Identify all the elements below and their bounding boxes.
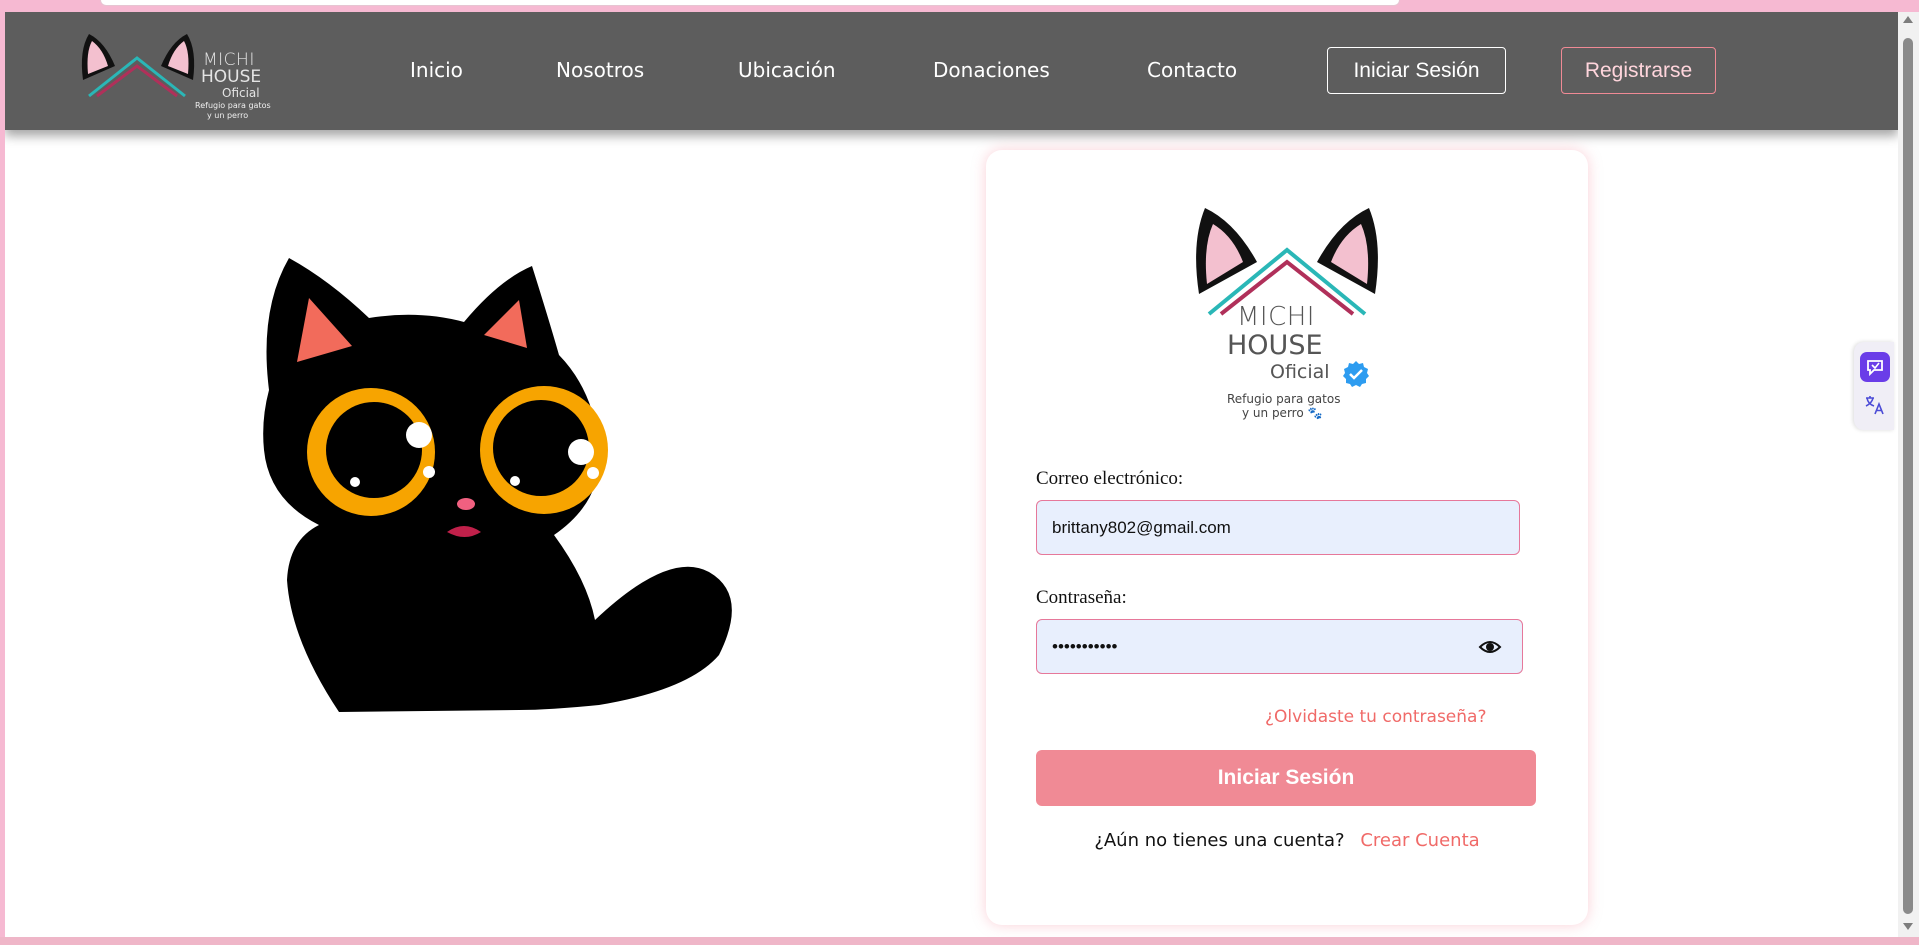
nav-link-contacto[interactable]: Contacto — [1147, 58, 1237, 82]
email-value: brittany802@gmail.com — [1052, 517, 1231, 537]
browser-top-strip — [0, 0, 1919, 12]
nav-logo[interactable]: MICHI HOUSE Oficial Refugio para gatos y… — [75, 28, 285, 124]
password-field[interactable]: ••••••••••• — [1036, 619, 1523, 674]
nav-link-nosotros[interactable]: Nosotros — [556, 58, 644, 82]
signup-question: ¿Aún no tienes una cuenta? — [1094, 830, 1345, 851]
email-field[interactable]: brittany802@gmail.com — [1036, 500, 1520, 555]
email-label: Correo electrónico: — [1036, 468, 1184, 489]
login-submit-button[interactable]: Iniciar Sesión — [1036, 750, 1536, 806]
eye-icon[interactable] — [1478, 636, 1502, 658]
browser-bottom-strip — [0, 937, 1919, 945]
card-logo-line3: Oficial — [1270, 361, 1330, 383]
scrollbar-thumb[interactable] — [1903, 38, 1913, 914]
nav-link-ubicacion[interactable]: Ubicación — [738, 58, 836, 82]
browser-address-pill — [100, 0, 1400, 6]
scrollbar[interactable] — [1898, 12, 1919, 937]
nav-logo-line4: Refugio para gatos — [195, 101, 271, 110]
nav-login-button[interactable]: Iniciar Sesión — [1327, 47, 1506, 94]
nav-logo-line3: Oficial — [222, 86, 260, 100]
nav-register-button[interactable]: Registrarse — [1561, 47, 1716, 94]
card-logo-line4: Refugio para gatos — [1227, 392, 1341, 406]
password-label: Contraseña: — [1036, 587, 1127, 608]
password-value: ••••••••••• — [1052, 636, 1118, 656]
scroll-down-arrow-icon[interactable] — [1903, 923, 1913, 930]
card-logo-line1: MICHI — [1237, 302, 1315, 332]
nav-logo-line5: y un perro — [207, 111, 249, 120]
login-card: MICHI HOUSE Oficial Refugio para gatos y… — [986, 150, 1588, 925]
verified-badge-icon — [1343, 361, 1369, 387]
nav-logo-line2: HOUSE — [201, 67, 262, 87]
cat-ears-house-icon — [81, 34, 195, 98]
navbar: MICHI HOUSE Oficial Refugio para gatos y… — [5, 12, 1898, 130]
card-logo-line2: HOUSE — [1227, 330, 1323, 361]
nav-link-inicio[interactable]: Inicio — [410, 58, 463, 82]
forgot-password-link[interactable]: ¿Olvidaste tu contraseña? — [1265, 707, 1486, 727]
signup-row: ¿Aún no tienes una cuenta? Crear Cuenta — [986, 830, 1588, 852]
card-logo: MICHI HOUSE Oficial Refugio para gatos y… — [1187, 202, 1387, 420]
translate-icon[interactable] — [1860, 390, 1890, 420]
nav-link-donaciones[interactable]: Donaciones — [933, 58, 1050, 82]
create-account-link[interactable]: Crear Cuenta — [1360, 830, 1479, 851]
scroll-up-arrow-icon[interactable] — [1903, 16, 1913, 23]
page: MICHI HOUSE Oficial Refugio para gatos y… — [5, 12, 1898, 937]
chat-assistant-icon[interactable] — [1860, 352, 1890, 382]
side-widget — [1854, 342, 1894, 430]
black-cat-illustration — [263, 258, 732, 712]
card-logo-line5: y un perro 🐾 — [1242, 406, 1323, 420]
